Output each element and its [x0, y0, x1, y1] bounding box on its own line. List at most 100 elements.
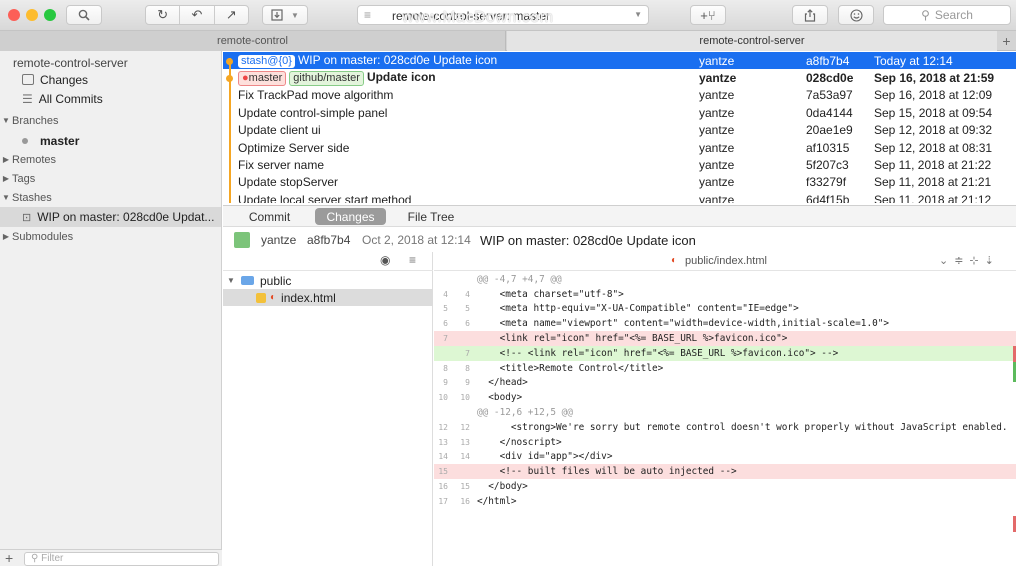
commit-list: stash@{0} WIP on master: 028cd0e Update i…: [223, 51, 1016, 203]
new-line-number: 13: [460, 437, 470, 447]
remote-tag: github/master: [289, 70, 364, 86]
tree-folder-public[interactable]: ▼ public: [223, 272, 433, 289]
close-window-button[interactable]: [8, 9, 20, 21]
tab-label: remote-control-server: [699, 35, 805, 47]
sidebar-item-changes[interactable]: Changes: [0, 70, 221, 89]
sidebar-item-all-commits[interactable]: ☰ All Commits: [0, 89, 221, 108]
old-line-number: 17: [438, 496, 448, 506]
diff-hunk-header: @@ -4,7 +4,7 @@: [434, 272, 1016, 287]
new-branch-button[interactable]: +⑂: [690, 5, 726, 25]
commit-sha: af10315: [806, 140, 850, 155]
section-submodules[interactable]: ▶ Submodules: [0, 227, 221, 246]
pull-button[interactable]: ↶: [180, 7, 213, 23]
smiley-icon: [849, 8, 863, 22]
commit-date: Sep 11, 2018 at 21:22: [874, 157, 992, 172]
commit-date: Sep 15, 2018 at 09:54: [874, 105, 993, 120]
repo-name-label: remote-control-server: [13, 55, 128, 70]
sidebar-item-master[interactable]: master: [0, 131, 221, 150]
search-commits-button[interactable]: [66, 5, 102, 25]
commit-message: Fix server name: [238, 157, 325, 172]
diff-code: <body>: [477, 392, 523, 404]
diff-code: <meta charset="utf-8">: [477, 288, 624, 300]
magnifier-icon: [78, 9, 90, 21]
emoji-button[interactable]: [838, 5, 874, 25]
commit-message: Update icon: [366, 69, 436, 84]
diff-line: 12 12 <strong>We're sorry but remote cont…: [434, 420, 1016, 435]
new-line-number: 7: [465, 348, 470, 358]
commit-message: Update client ui: [238, 123, 321, 138]
section-remotes[interactable]: ▶ Remotes: [0, 150, 221, 169]
commit-row[interactable]: Fix TrackPad move algorithm yantze 7a53a97…: [223, 87, 1016, 104]
diff-options-icons[interactable]: ⌄≑⊹⇣: [939, 254, 1000, 267]
diff-line-added: 7 <!-- <link rel="icon" href="<%= BASE_U…: [434, 346, 1016, 361]
stash-menu-button[interactable]: ▼: [262, 5, 308, 25]
stash-label: WIP on master: 028cd0e Updat...: [37, 210, 215, 224]
share-button[interactable]: [792, 5, 828, 25]
commit-row[interactable]: ●master github/master Update icon yantze 0…: [223, 69, 1016, 86]
tab-remote-control-server[interactable]: remote-control-server: [507, 31, 997, 51]
commit-author: yantze: [699, 140, 735, 155]
section-label: Tags: [12, 172, 36, 185]
diff-code: @@ -4,7 +4,7 @@: [477, 273, 562, 285]
commit-date: Sep 16, 2018 at 21:59: [874, 70, 995, 85]
zoom-window-button[interactable]: [44, 9, 56, 21]
commits-list-icon: ☰: [22, 91, 33, 106]
commit-date: Sep 12, 2018 at 09:32: [874, 123, 993, 138]
search-field[interactable]: ⚲ Search: [883, 5, 1011, 25]
modified-badge-icon: [256, 292, 266, 303]
disclosure-closed-icon: ▶: [2, 232, 10, 241]
eye-icon[interactable]: ◉: [380, 253, 390, 267]
tab-changes[interactable]: Changes: [315, 208, 386, 225]
commit-date: Sep 12, 2018 at 08:31: [874, 140, 993, 155]
commit-sha: 20ae1e9: [806, 123, 853, 138]
commit-row[interactable]: Update local server start method yantze 6d…: [223, 191, 1016, 203]
diff-code: <div id="app"></div>: [477, 451, 613, 463]
tab-commit[interactable]: Commit: [238, 208, 301, 225]
commit-row[interactable]: stash@{0} WIP on master: 028cd0e Update i…: [223, 52, 1016, 69]
commit-row[interactable]: Update stopServer yantze f33279f Sep 11, 20…: [223, 174, 1016, 191]
diff-code: </html>: [477, 495, 517, 507]
minimize-window-button[interactable]: [26, 9, 38, 21]
diff-code: <title>Remote Control</title>: [477, 362, 664, 374]
tab-file-tree[interactable]: File Tree: [401, 208, 461, 225]
sidebar-item-stash[interactable]: ⊡ WIP on master: 028cd0e Updat...: [0, 207, 221, 227]
folder-icon: [241, 276, 254, 285]
commit-sha: a8fb7b4: [806, 53, 850, 68]
sidebar: remote-control-server Changes ☰ All Comm…: [0, 51, 222, 566]
commit-row[interactable]: Update client ui yantze 20ae1e9 Sep 12, 201…: [223, 122, 1016, 139]
commit-info-bar: yantze a8fb7b4 Oct 2, 2018 at 12:14 WIP …: [223, 228, 1016, 252]
commit-row[interactable]: Update control-simple panel yantze 0da4144…: [223, 104, 1016, 121]
section-tags[interactable]: ▶ Tags: [0, 169, 221, 188]
search-icon: ⚲: [921, 8, 930, 22]
filter-placeholder: Filter: [41, 553, 64, 564]
push-button[interactable]: ↗: [215, 7, 248, 23]
section-label: Branches: [12, 114, 59, 127]
history-actions-group: ↻ ↶ ↗: [145, 5, 249, 25]
disclosure-open-icon: ▼: [2, 116, 10, 125]
section-stashes[interactable]: ▼ Stashes: [0, 188, 221, 207]
add-tab-button[interactable]: +: [997, 31, 1016, 51]
tab-label: remote-control: [217, 35, 288, 47]
commit-date: Sep 16, 2018 at 12:09: [874, 88, 993, 103]
commit-row[interactable]: Fix server name yantze 5f207c3 Sep 11, 2018…: [223, 156, 1016, 173]
commit-author: yantze: [699, 105, 735, 120]
section-label: Stashes: [12, 191, 52, 204]
add-icon[interactable]: +: [5, 550, 13, 566]
old-line-number: 14: [438, 452, 448, 462]
tree-file-index[interactable]: ◐ index.html: [223, 289, 433, 306]
diff-line: 13 13 </noscript>: [434, 435, 1016, 450]
commit-row[interactable]: Optimize Server side yantze af10315 Sep 12,…: [223, 139, 1016, 156]
commit-author: yantze: [699, 88, 735, 103]
fetch-button[interactable]: ↻: [146, 7, 179, 23]
commit-sha: 6d4f15b: [806, 192, 850, 203]
list-view-icon[interactable]: ≡: [409, 253, 416, 267]
new-line-number: 6: [465, 319, 470, 329]
diff-code: </head>: [477, 377, 528, 389]
push-icon: ↗: [225, 7, 237, 22]
filter-input[interactable]: ⚲ Filter: [24, 552, 219, 566]
tab-remote-control[interactable]: remote-control: [0, 31, 506, 51]
commit-date: Today at 12:14: [874, 53, 953, 68]
branch-tag-label: master: [248, 71, 283, 84]
section-branches[interactable]: ▼ Branches: [0, 111, 221, 130]
diff-line: 5 5 <meta http-equiv="X-UA-Compatible" co…: [434, 302, 1016, 317]
